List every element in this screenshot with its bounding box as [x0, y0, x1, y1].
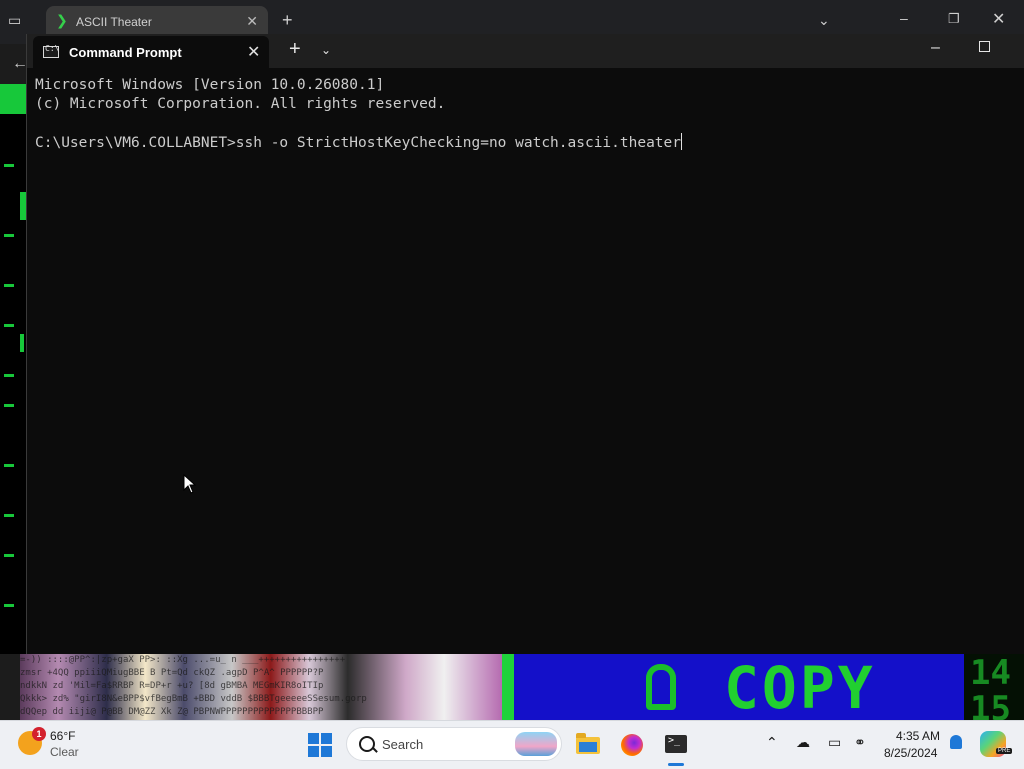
terminal-app-icon[interactable]: >_ [660, 729, 692, 761]
terminal-command-text: C:\Users\VM6.COLLABNET>ssh -o StrictHost… [35, 135, 682, 151]
terminal-output[interactable]: Microsoft Windows [Version 10.0.26080.1]… [35, 76, 1015, 646]
copy-banner-text: COPY [724, 654, 876, 722]
terminal-line: (c) Microsoft Corporation. All rights re… [35, 96, 446, 112]
weather-alert-badge: 1 [32, 727, 46, 741]
ascii-row: ndkkN zd 'Mil=Fa$RRBP R=DP+r +u? [8d gBM… [20, 681, 324, 691]
show-hidden-icons-chevron-icon[interactable]: ⌃ [766, 735, 778, 751]
browser-tab-title: ASCII Theater [76, 15, 152, 29]
text-cursor [681, 133, 683, 150]
file-explorer-icon[interactable] [572, 729, 604, 761]
ascii-right-numbers: 14 15 [964, 653, 1024, 726]
network-icon[interactable]: ⚭ [854, 735, 866, 751]
browser-restore-button[interactable]: ❐ [948, 11, 960, 27]
copilot-preview-badge: PRE [996, 748, 1013, 754]
tab-actions-icon[interactable]: ▭ [8, 12, 30, 32]
ascii-theater-page-edge [0, 84, 26, 654]
weather-condition[interactable]: Clear [50, 745, 79, 759]
new-terminal-tab-button[interactable]: + [289, 38, 301, 61]
search-highlight-image [515, 732, 557, 756]
taskbar: 1 66°F Clear Search >_ ⌃ ☁ ▭ ⚭ 4:35 AM 8… [0, 720, 1024, 769]
cloud-offline-icon[interactable]: ☁ [796, 735, 810, 751]
terminal-maximize-button[interactable] [979, 41, 990, 52]
firefox-icon[interactable] [616, 729, 648, 761]
terminal-command-line[interactable]: C:\Users\VM6.COLLABNET>ssh -o StrictHost… [35, 133, 1015, 152]
ascii-green-bar [502, 654, 514, 720]
ascii-number: 14 [970, 653, 1011, 693]
terminal-line: Microsoft Windows [Version 10.0.26080.1] [35, 77, 385, 93]
chevron-down-icon[interactable]: ⌄ [321, 43, 331, 57]
browser-minimize-button[interactable]: – [900, 10, 908, 26]
ascii-row: zmsr +4QQ ppiiiQMiugBBE B Pt=Qd ckQZ .ag… [20, 668, 324, 678]
copy-banner: COPY [514, 654, 964, 720]
close-tab-icon[interactable]: ✕ [246, 13, 258, 30]
copy-symbol-icon [646, 664, 676, 710]
terminal-prompt-icon: ❯ [56, 13, 68, 29]
active-app-indicator [668, 763, 684, 766]
clock-time[interactable]: 4:35 AM [896, 729, 940, 743]
taskbar-search-box[interactable]: Search [346, 727, 562, 761]
ascii-row: dQQep dd iiji@ P@BB DM@ZZ Xk Z@ PBPNWPPP… [20, 707, 324, 717]
weather-temperature[interactable]: 66°F [50, 729, 75, 743]
tab-list-chevron-icon[interactable]: ⌄ [818, 12, 830, 29]
ascii-row: Qkkk> zd% "girI8N&eBPP$vfBegBmB +BBD vdd… [20, 694, 367, 704]
new-tab-button[interactable]: + [282, 10, 293, 31]
ascii-art-strip: =-)) ::::@PP^:|zp+gaX PP>: ::Xg ...=u_ n… [20, 654, 502, 720]
ascii-row: =-)) ::::@PP^:|zp+gaX PP>: ::Xg ...=u_ n… [20, 655, 346, 665]
cmd-icon: C:\ [43, 44, 59, 58]
start-button[interactable] [308, 733, 332, 757]
terminal-tab-command-prompt[interactable]: C:\ Command Prompt ✕ [33, 36, 269, 68]
mouse-pointer-icon [183, 474, 197, 494]
command-prompt-window[interactable]: C:\ Command Prompt ✕ + ⌄ – Microsoft Win… [26, 34, 1024, 654]
search-icon [359, 736, 375, 752]
display-icon[interactable]: ▭ [828, 735, 841, 751]
notification-bell-icon[interactable] [950, 735, 962, 749]
terminal-tab-title: Command Prompt [69, 45, 182, 60]
close-tab-icon[interactable]: ✕ [247, 42, 260, 62]
browser-close-button[interactable]: ✕ [992, 9, 1005, 29]
search-placeholder: Search [382, 737, 424, 752]
clock-date[interactable]: 8/25/2024 [884, 746, 937, 760]
terminal-minimize-button[interactable]: – [931, 39, 940, 57]
terminal-title-bar[interactable]: C:\ Command Prompt ✕ + ⌄ – [27, 34, 1024, 68]
